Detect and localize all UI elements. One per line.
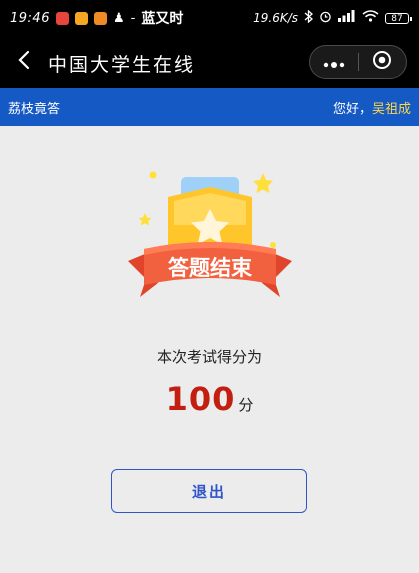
- score-label: 本次考试得分为: [156, 348, 262, 366]
- capsule-menu: [309, 45, 407, 79]
- badge-text: 答题结束: [168, 256, 253, 280]
- status-right: 19.6K/s 87: [253, 9, 412, 27]
- alarm-icon: [319, 10, 332, 27]
- app-notification-icon: [93, 11, 107, 25]
- bluetooth-icon: [304, 9, 313, 27]
- wifi-icon: [362, 10, 379, 26]
- battery-icon: 87: [385, 12, 412, 24]
- net-speed: 19.6K/s: [253, 11, 298, 25]
- more-button[interactable]: [310, 46, 358, 78]
- dash-separator: -: [130, 10, 136, 26]
- status-time: 19:46: [10, 10, 50, 26]
- more-dots-icon: [323, 53, 345, 72]
- app-header: 荔枝竟答 您好，吴祖成: [0, 88, 419, 126]
- completion-badge: 答题结束: [118, 165, 302, 315]
- app-notification-icon: [55, 11, 69, 25]
- signal-icon: [338, 10, 356, 26]
- title-bar: 中国大学生在线: [0, 36, 419, 88]
- app-notification-icon: [74, 11, 88, 25]
- status-left: 19:46 ♟ - 蓝又时: [10, 8, 183, 28]
- status-bar: 19:46 ♟ - 蓝又时 19.6K/s 87: [0, 0, 419, 36]
- score-line: 100 分: [0, 380, 419, 418]
- user-greeting: 您好，吴祖成: [333, 98, 411, 117]
- status-carrier-text: 蓝又时: [141, 11, 184, 27]
- score-value: 100: [165, 380, 236, 418]
- target-circle-icon: [372, 50, 392, 74]
- sparkle-dot-icon: [149, 171, 157, 179]
- sparkle-dot-icon: [270, 242, 276, 248]
- exit-button[interactable]: 退出: [111, 469, 307, 513]
- person-icon: ♟: [112, 10, 125, 26]
- close-miniprogram-button[interactable]: [359, 46, 407, 78]
- sparkle-star-icon: [253, 173, 273, 193]
- score-unit: 分: [238, 396, 254, 414]
- user-name: 吴祖成: [371, 101, 411, 117]
- app-header-title: 荔枝竟答: [8, 101, 61, 117]
- back-button[interactable]: [10, 48, 38, 76]
- greeting-text: 您好，: [332, 101, 372, 117]
- page-title: 中国大学生在线: [48, 54, 196, 76]
- chevron-left-icon: [17, 50, 31, 74]
- sparkle-star-icon: [138, 213, 152, 226]
